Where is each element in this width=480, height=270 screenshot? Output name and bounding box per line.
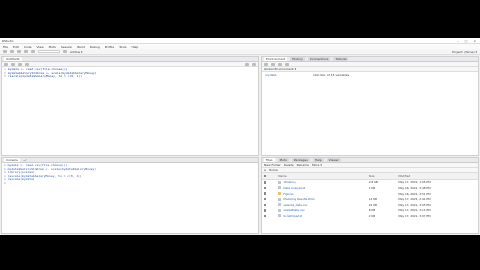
row-checkbox[interactable] (264, 203, 267, 206)
main-toolbar: Addins ▾ Project: (None) ▾ (0, 49, 480, 55)
editor-pane: Untitled1 1 mydata <- read.csv(file.choos… (1, 56, 259, 156)
open-project-icon[interactable] (10, 50, 14, 53)
scope-dropdown[interactable]: Global Environment ▾ (264, 67, 296, 71)
env-var-name: mydata (265, 73, 277, 77)
code-line: 3 rescale(mydata$SalaryMoney, to = c(0, 1… (4, 74, 83, 79)
project-menu[interactable]: Project: (None) ▾ (452, 50, 477, 54)
tab-console[interactable]: Console (4, 158, 20, 162)
code-area[interactable]: 1 mydata <- read.csv(file.choose()) 2 myda… (2, 67, 258, 80)
open-icon[interactable] (264, 62, 268, 66)
rename-button[interactable]: Rename (297, 163, 309, 167)
back-icon[interactable] (4, 62, 8, 66)
menu-edit[interactable]: Edit (13, 45, 19, 49)
row-checkbox[interactable] (264, 209, 267, 212)
file-name[interactable]: .Rhistory (283, 180, 295, 184)
new-file-icon[interactable] (3, 50, 7, 53)
menu-debug[interactable]: Debug (90, 45, 100, 49)
env-row[interactable]: mydata 100 obs. of 15 variables (262, 72, 478, 78)
tab-tutorial[interactable]: Tutorial (333, 57, 349, 61)
console-output[interactable]: > mydata <- read.csv(file.choose()) > my… (2, 163, 258, 187)
delete-button[interactable]: Delete (284, 163, 294, 167)
menu-help[interactable]: Help (131, 45, 138, 49)
row-checkbox[interactable] (264, 192, 267, 195)
search-icon[interactable] (25, 62, 29, 66)
row-checkbox[interactable] (264, 214, 267, 218)
menu-file[interactable]: File (3, 45, 8, 49)
files-pane: Files Plots Packages Help Viewer New Fol… (261, 157, 479, 234)
menu-session[interactable]: Session (61, 45, 72, 49)
file-name[interactable]: Scratchpad.R (283, 214, 302, 218)
minimize-button[interactable]: – (457, 39, 459, 43)
rstudio-window: RStudio – □ × File Edit Code View Plots … (0, 38, 480, 235)
maximize-button[interactable]: □ (465, 39, 468, 43)
file-size: 2 KB (368, 213, 376, 218)
tab-environment[interactable]: Environment (264, 57, 288, 61)
menu-plots[interactable]: Plots (49, 45, 56, 49)
row-checkbox[interactable] (264, 181, 267, 184)
new-folder-button[interactable]: New Folder (264, 163, 281, 167)
csv-file-icon (278, 208, 282, 212)
broom-icon[interactable] (285, 62, 289, 66)
close-button[interactable]: × (473, 39, 476, 43)
more-button[interactable]: More ▾ (312, 163, 322, 167)
save-icon[interactable] (18, 62, 22, 66)
files-path[interactable]: Home (269, 168, 278, 172)
forward-icon[interactable] (11, 62, 15, 66)
rmd-file-icon (278, 197, 282, 201)
tab-history[interactable]: History (290, 57, 305, 61)
file-name[interactable]: salaries_data.csv (283, 203, 307, 207)
file-name[interactable]: Figures (283, 192, 293, 196)
tab-packages[interactable]: Packages (291, 158, 310, 162)
tab-plots[interactable]: Plots (277, 158, 289, 162)
row-checkbox[interactable] (264, 186, 267, 190)
tab-viewer[interactable]: Viewer (326, 158, 341, 162)
file-name[interactable]: Data Analysis.R (283, 186, 305, 190)
import-dataset-icon[interactable] (278, 62, 282, 66)
console-path: ~/ (22, 158, 27, 162)
save-all-icon[interactable] (24, 50, 28, 53)
addins-menu[interactable]: Addins ▾ (70, 50, 83, 54)
home-icon[interactable]: ⌂ (264, 168, 266, 172)
menu-build[interactable]: Build (77, 45, 85, 49)
env-var-value: 100 obs. of 15 variables (313, 73, 350, 77)
save-icon[interactable] (17, 50, 21, 53)
run-icon[interactable] (245, 62, 249, 66)
console-line: > (4, 180, 6, 185)
menu-view[interactable]: View (37, 45, 44, 49)
source-icon[interactable] (252, 62, 256, 66)
menu-code[interactable]: Code (24, 45, 32, 49)
row-checkbox[interactable] (264, 197, 267, 201)
console-pane: Console ~/ > mydata <- read.csv(file.cho… (1, 157, 259, 234)
file-row[interactable]: Scratchpad.R 2 KB May 17, 2021, 3:07 PM (262, 213, 478, 219)
menu-profile[interactable]: Profile (105, 45, 114, 49)
goto-file-input[interactable] (38, 49, 60, 54)
file-name[interactable]: Modeling Results.Rmd (283, 197, 314, 201)
file-modified: May 17, 2021, 3:07 PM (398, 213, 431, 218)
tab-files[interactable]: Files (264, 158, 275, 162)
tab-untitled1[interactable]: Untitled1 (4, 57, 22, 61)
files-table: Name Size Modified .Rhistory 2.8 KB May … (262, 173, 478, 219)
file-icon (278, 180, 282, 184)
folder-icon (278, 192, 282, 196)
menu-tools[interactable]: Tools (119, 45, 126, 49)
save-icon[interactable] (271, 62, 275, 66)
tab-connections[interactable]: Connections (307, 57, 331, 61)
r-script-icon (278, 214, 282, 218)
environment-pane: Environment History Connections Tutorial… (261, 56, 479, 156)
tab-help[interactable]: Help (312, 158, 324, 162)
print-icon[interactable] (31, 50, 35, 53)
file-name[interactable]: scaledData.csv (283, 208, 304, 212)
r-script-icon (278, 186, 282, 190)
window-title: RStudio (2, 38, 14, 43)
csv-file-icon (278, 203, 282, 207)
grid-icon[interactable] (63, 50, 67, 53)
